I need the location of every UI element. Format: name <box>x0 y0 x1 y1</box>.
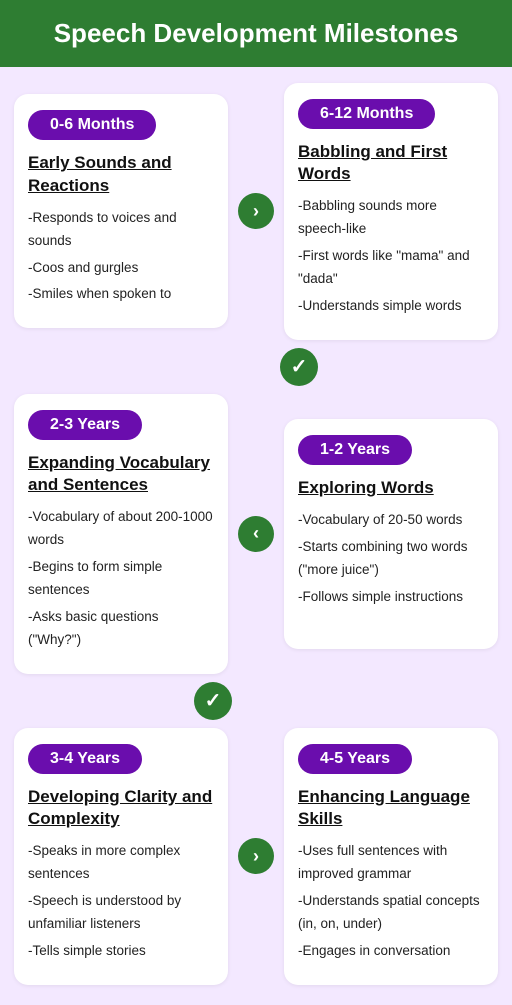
header: Speech Development Milestones <box>0 0 512 67</box>
card-title-3-4: Developing Clarity and Complexity <box>28 786 214 830</box>
bullet-6-12-3: -Understands simple words <box>298 295 484 318</box>
bullet-2-3-2: -Begins to form simple sentences <box>28 556 214 602</box>
card-body-0-6: -Responds to voices and sounds -Coos and… <box>28 207 214 307</box>
card-body-1-2: -Vocabulary of 20-50 words -Starts combi… <box>298 509 484 609</box>
bullet-1-2-2: -Starts combining two words ("more juice… <box>298 536 484 582</box>
bullet-0-6-1: -Responds to voices and sounds <box>28 207 214 253</box>
bullet-0-6-2: -Coos and gurgles <box>28 257 214 280</box>
page-title: Speech Development Milestones <box>10 18 502 49</box>
bullet-3-4-2: -Speech is understood by unfamiliar list… <box>28 890 214 936</box>
card-title-0-6: Early Sounds and Reactions <box>28 152 214 196</box>
row-3: 3-4 Years Developing Clarity and Complex… <box>14 728 498 985</box>
age-badge-2-3: 2-3 Years <box>28 410 142 440</box>
bullet-6-12-2: -First words like "mama" and "dada" <box>298 245 484 291</box>
arrow-left-circle-row2: ‹ <box>238 516 274 552</box>
age-badge-4-5: 4-5 Years <box>298 744 412 774</box>
card-title-4-5: Enhancing Language Skills <box>298 786 484 830</box>
card-3-4-years: 3-4 Years Developing Clarity and Complex… <box>14 728 228 985</box>
bullet-6-12-1: -Babbling sounds more speech-like <box>298 195 484 241</box>
arrow-down-circle-1: ✓ <box>280 348 318 386</box>
card-body-4-5: -Uses full sentences with improved gramm… <box>298 840 484 963</box>
card-title-2-3: Expanding Vocabulary and Sentences <box>28 452 214 496</box>
card-2-3-years: 2-3 Years Expanding Vocabulary and Sente… <box>14 394 228 674</box>
main-content: 0-6 Months Early Sounds and Reactions -R… <box>0 67 512 1005</box>
arrow-right-circle-row3: › <box>238 838 274 874</box>
age-badge-6-12: 6-12 Months <box>298 99 435 129</box>
card-1-2-years: 1-2 Years Exploring Words -Vocabulary of… <box>284 419 498 649</box>
arrow-right-circle-row1: › <box>238 193 274 229</box>
arrow-right-row3: › <box>238 838 274 874</box>
bullet-0-6-3: -Smiles when spoken to <box>28 283 214 306</box>
card-0-6-months: 0-6 Months Early Sounds and Reactions -R… <box>14 94 228 328</box>
bullet-1-2-3: -Follows simple instructions <box>298 586 484 609</box>
bullet-4-5-3: -Engages in conversation <box>298 940 484 963</box>
arrow-down-1: ✓ <box>14 348 498 386</box>
arrow-left-row2: ‹ <box>238 516 274 552</box>
row-2: 2-3 Years Expanding Vocabulary and Sente… <box>14 394 498 674</box>
card-title-6-12: Babbling and First Words <box>298 141 484 185</box>
card-body-6-12: -Babbling sounds more speech-like -First… <box>298 195 484 318</box>
bullet-4-5-1: -Uses full sentences with improved gramm… <box>298 840 484 886</box>
card-4-5-years: 4-5 Years Enhancing Language Skills -Use… <box>284 728 498 985</box>
arrow-right-row1: › <box>238 193 274 229</box>
bullet-1-2-1: -Vocabulary of 20-50 words <box>298 509 484 532</box>
bullet-2-3-3: -Asks basic questions ("Why?") <box>28 606 214 652</box>
card-title-1-2: Exploring Words <box>298 477 484 499</box>
card-body-2-3: -Vocabulary of about 200-1000 words -Beg… <box>28 506 214 652</box>
age-badge-1-2: 1-2 Years <box>298 435 412 465</box>
card-body-3-4: -Speaks in more complex sentences -Speec… <box>28 840 214 963</box>
bullet-3-4-1: -Speaks in more complex sentences <box>28 840 214 886</box>
arrow-down-circle-2: ✓ <box>194 682 232 720</box>
arrow-down-2: ✓ <box>14 682 498 720</box>
bullet-4-5-2: -Understands spatial concepts (in, on, u… <box>298 890 484 936</box>
age-badge-0-6: 0-6 Months <box>28 110 156 140</box>
age-badge-3-4: 3-4 Years <box>28 744 142 774</box>
bullet-2-3-1: -Vocabulary of about 200-1000 words <box>28 506 214 552</box>
row-1: 0-6 Months Early Sounds and Reactions -R… <box>14 83 498 340</box>
bullet-3-4-3: -Tells simple stories <box>28 940 214 963</box>
card-6-12-months: 6-12 Months Babbling and First Words -Ba… <box>284 83 498 340</box>
